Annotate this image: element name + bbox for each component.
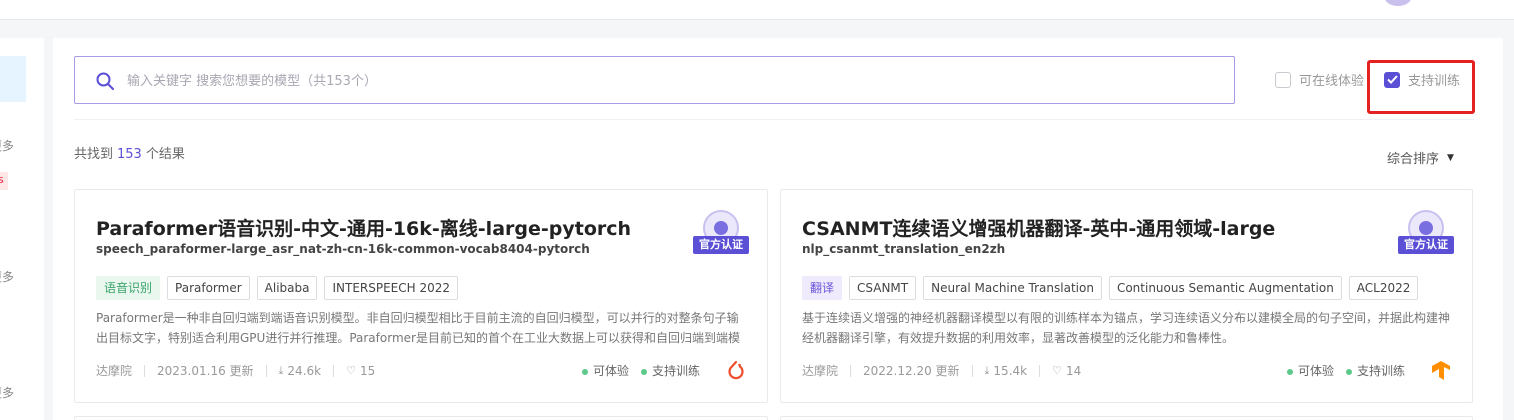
results-number: 153	[117, 147, 142, 162]
model-description: 基于连续语义增强的神经机器翻译模型以有限的训练样本为锚点，学习连续语义分布以建模…	[802, 311, 1451, 345]
online-trial-checkbox[interactable]: 可在线体验	[1275, 70, 1364, 89]
official-badge-label: 官方认证	[693, 236, 749, 254]
sidebar-more-label: 更多	[0, 270, 15, 284]
model-updated: 2022.12.20 更新	[863, 364, 960, 378]
search-input[interactable]	[127, 68, 1217, 94]
results-count: 共找到 153 个结果	[74, 143, 185, 162]
model-id: speech_paraformer-large_asr_nat-zh-cn-16…	[96, 242, 590, 256]
heart-icon: ♡	[1052, 364, 1062, 377]
status-trial: 可体验	[582, 362, 629, 379]
results-suffix: 个结果	[145, 147, 185, 162]
caret-down-icon: ▼	[1447, 152, 1454, 163]
status-dot	[1287, 368, 1293, 375]
status-training-label: 支持训练	[1357, 364, 1406, 378]
category-sidebar: 更多 s 更多 更多	[0, 38, 44, 420]
model-description: Paraformer是一种非自回归端到端语音识别模型。非自回归模型相比于目前主流…	[96, 311, 740, 345]
task-tag[interactable]: 翻译	[802, 276, 843, 300]
task-tag[interactable]: 语音识别	[96, 276, 161, 300]
top-navigation-bar	[0, 0, 1514, 20]
official-badge-label: 官方认证	[1398, 236, 1454, 254]
tag-list: 语音识别 Paraformer Alibaba INTERSPEECH 2022	[96, 276, 459, 300]
tensorflow-icon	[1432, 361, 1450, 380]
status-trial-label: 可体验	[593, 364, 630, 378]
tag[interactable]: Paraformer	[167, 276, 250, 300]
model-updated: 2023.01.16 更新	[157, 364, 254, 378]
status-dot	[641, 368, 648, 375]
user-avatar[interactable]	[1384, 0, 1412, 6]
official-badge: 官方认证	[693, 210, 749, 256]
tag[interactable]: Alibaba	[256, 276, 318, 300]
model-title[interactable]: CSANMT连续语义增强机器翻译-英中-通用领域-large	[802, 214, 1275, 241]
model-id: nlp_csanmt_translation_en2zh	[802, 242, 1006, 256]
tag[interactable]: ACL2022	[1348, 276, 1419, 300]
status-trial: 可体验	[1287, 362, 1334, 379]
status-training: 支持训练	[1346, 362, 1405, 379]
pytorch-icon	[728, 360, 744, 380]
download-icon: ⤓	[984, 363, 990, 377]
model-org: 达摩院	[802, 364, 839, 378]
model-likes: 14	[1065, 363, 1082, 378]
sidebar-tag[interactable]: s	[0, 172, 8, 190]
model-status: 可体验 支持训练	[582, 362, 700, 379]
online-trial-label: 可在线体验	[1299, 74, 1365, 89]
official-badge: 官方认证	[1398, 210, 1454, 256]
sort-label: 综合排序	[1387, 152, 1440, 167]
tag[interactable]: CSANMT	[849, 276, 917, 300]
tag-list: 翻译 CSANMT Neural Machine Translation Con…	[802, 276, 1419, 300]
meta-separator	[850, 364, 852, 377]
status-dot	[582, 368, 588, 375]
results-prefix: 共找到	[74, 147, 114, 162]
tag[interactable]: Continuous Semantic Augmentation	[1108, 276, 1342, 300]
highlight-box	[1367, 60, 1475, 114]
meta-separator	[971, 364, 973, 377]
tag[interactable]: INTERSPEECH 2022	[324, 276, 459, 300]
model-card[interactable]: CSANMT连续语义增强机器翻译-英中-通用领域-large nlp_csanm…	[780, 189, 1473, 403]
meta-separator	[144, 364, 146, 377]
sidebar-more-link[interactable]: 更多	[0, 137, 14, 154]
sidebar-more-link[interactable]: 更多	[0, 268, 14, 285]
model-meta: 达摩院 2022.12.20 更新 ⤓ 15.4k ♡ 14	[802, 362, 1081, 379]
model-downloads: 15.4k	[993, 363, 1028, 378]
sidebar-more-label: 更多	[0, 386, 15, 400]
download-icon: ⤓	[278, 363, 284, 377]
meta-separator	[265, 364, 267, 377]
tag[interactable]: Neural Machine Translation	[923, 276, 1102, 300]
model-list-panel: 可在线体验 支持训练 共找到153个结果 综合排序 ▼ Paraformer语音…	[53, 38, 1503, 420]
checkbox-box[interactable]	[1275, 71, 1291, 88]
meta-separator	[1039, 364, 1041, 377]
search-box[interactable]	[74, 56, 1235, 104]
model-org: 达摩院	[96, 364, 133, 378]
model-downloads: 24.6k	[287, 363, 322, 378]
search-icon	[96, 72, 114, 90]
heart-icon: ♡	[346, 364, 356, 377]
status-training: 支持训练	[641, 362, 700, 379]
model-card[interactable]	[74, 416, 768, 420]
sidebar-more-label: 更多	[0, 139, 15, 153]
model-card[interactable]: Paraformer语音识别-中文-通用-16k-离线-large-pytorc…	[74, 189, 768, 403]
model-status: 可体验 支持训练	[1287, 362, 1405, 379]
status-trial-label: 可体验	[1298, 364, 1335, 378]
status-training-label: 支持训练	[652, 364, 701, 378]
sort-dropdown[interactable]: 综合排序 ▼	[1387, 148, 1454, 167]
model-title[interactable]: Paraformer语音识别-中文-通用-16k-离线-large-pytorc…	[96, 214, 631, 241]
sidebar-more-link[interactable]: 更多	[0, 384, 14, 401]
divider	[74, 119, 1474, 120]
status-dot	[1346, 368, 1353, 375]
sidebar-tag-label: s	[0, 173, 4, 186]
model-meta: 达摩院 2023.01.16 更新 ⤓ 24.6k ♡ 15	[96, 362, 375, 379]
sidebar-active-item[interactable]	[0, 56, 26, 102]
meta-separator	[333, 364, 335, 377]
model-card[interactable]	[780, 416, 1473, 420]
model-likes: 15	[359, 363, 376, 378]
